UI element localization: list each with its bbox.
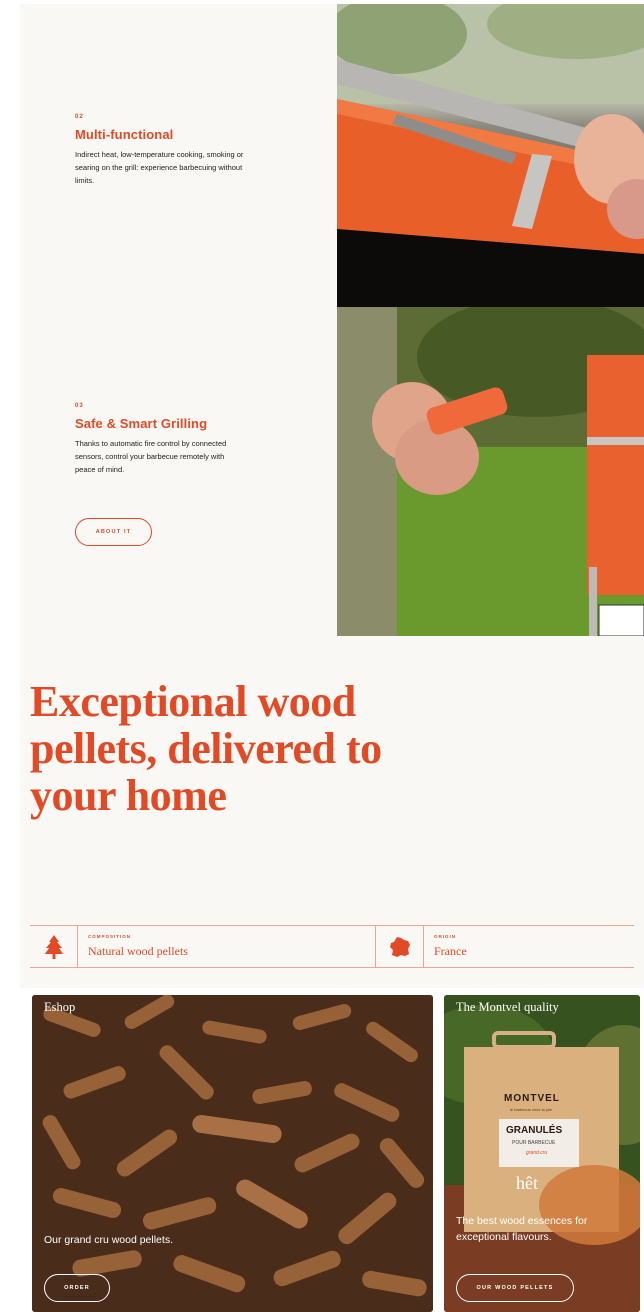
origin-value: France — [434, 944, 467, 958]
box-tagline: le barbecue chez la joie — [510, 1107, 553, 1112]
tree-icon — [30, 926, 78, 967]
eshop-card[interactable]: Eshop Our grand cru wood pellets. ORDER — [32, 995, 433, 1312]
feature-title: Multi-functional — [75, 127, 174, 142]
box-brand: MONTVEL — [504, 1093, 560, 1104]
phone-control-photo — [337, 307, 644, 636]
grill-lid-photo — [337, 4, 644, 307]
feature-number: 02 — [75, 114, 84, 120]
card-title: Eshop — [44, 1000, 76, 1014]
feature-panel-safe-grilling: 03 Safe & Smart Grilling Thanks to autom… — [20, 307, 337, 636]
order-button[interactable]: ORDER — [44, 1274, 110, 1302]
feature-safe-grilling: 03 Safe & Smart Grilling Thanks to autom… — [75, 403, 245, 476]
box-note: grand cru — [526, 1150, 548, 1156]
origin-info: ORIGIN France — [376, 926, 634, 967]
composition-value: Natural wood pellets — [88, 944, 188, 958]
box-sub: POUR BARBECUE — [512, 1140, 556, 1146]
box-wood: hêt — [516, 1173, 538, 1193]
montvel-quality-card[interactable]: MONTVEL le barbecue chez la joie GRANULÉ… — [444, 995, 640, 1312]
feature-number: 03 — [75, 403, 84, 409]
pellets-info-bar: COMPOSITION Natural wood pellets ORIGIN … — [30, 925, 634, 968]
composition-info: COMPOSITION Natural wood pellets — [30, 926, 376, 967]
composition-label: COMPOSITION — [88, 934, 132, 939]
feature-description: Thanks to automatic fire control by conn… — [75, 439, 227, 474]
about-it-button[interactable]: ABOUT IT — [75, 518, 152, 546]
feature-description: Indirect heat, low-temperature cooking, … — [75, 150, 244, 185]
card-caption: The best wood essences for exceptional f… — [456, 1215, 588, 1243]
feature-panel-multifunctional: 02 Multi-functional Indirect heat, low-t… — [20, 4, 337, 307]
france-map-icon — [376, 926, 424, 967]
pellets-photo — [32, 995, 433, 1312]
feature-title: Safe & Smart Grilling — [75, 416, 208, 431]
our-wood-pellets-button[interactable]: OUR WOOD PELLETS — [456, 1274, 574, 1302]
wood-pellets-section: Exceptional wood pellets, delivered to y… — [20, 636, 644, 988]
origin-label: ORIGIN — [434, 934, 457, 939]
card-title: The Montvel quality — [456, 1000, 559, 1014]
box-product: GRANULÉS — [506, 1125, 563, 1136]
card-caption: Our grand cru wood pellets. — [44, 1234, 173, 1246]
pellets-headline: Exceptional wood pellets, delivered to y… — [30, 677, 382, 820]
feature-multifunctional: 02 Multi-functional Indirect heat, low-t… — [75, 114, 245, 187]
